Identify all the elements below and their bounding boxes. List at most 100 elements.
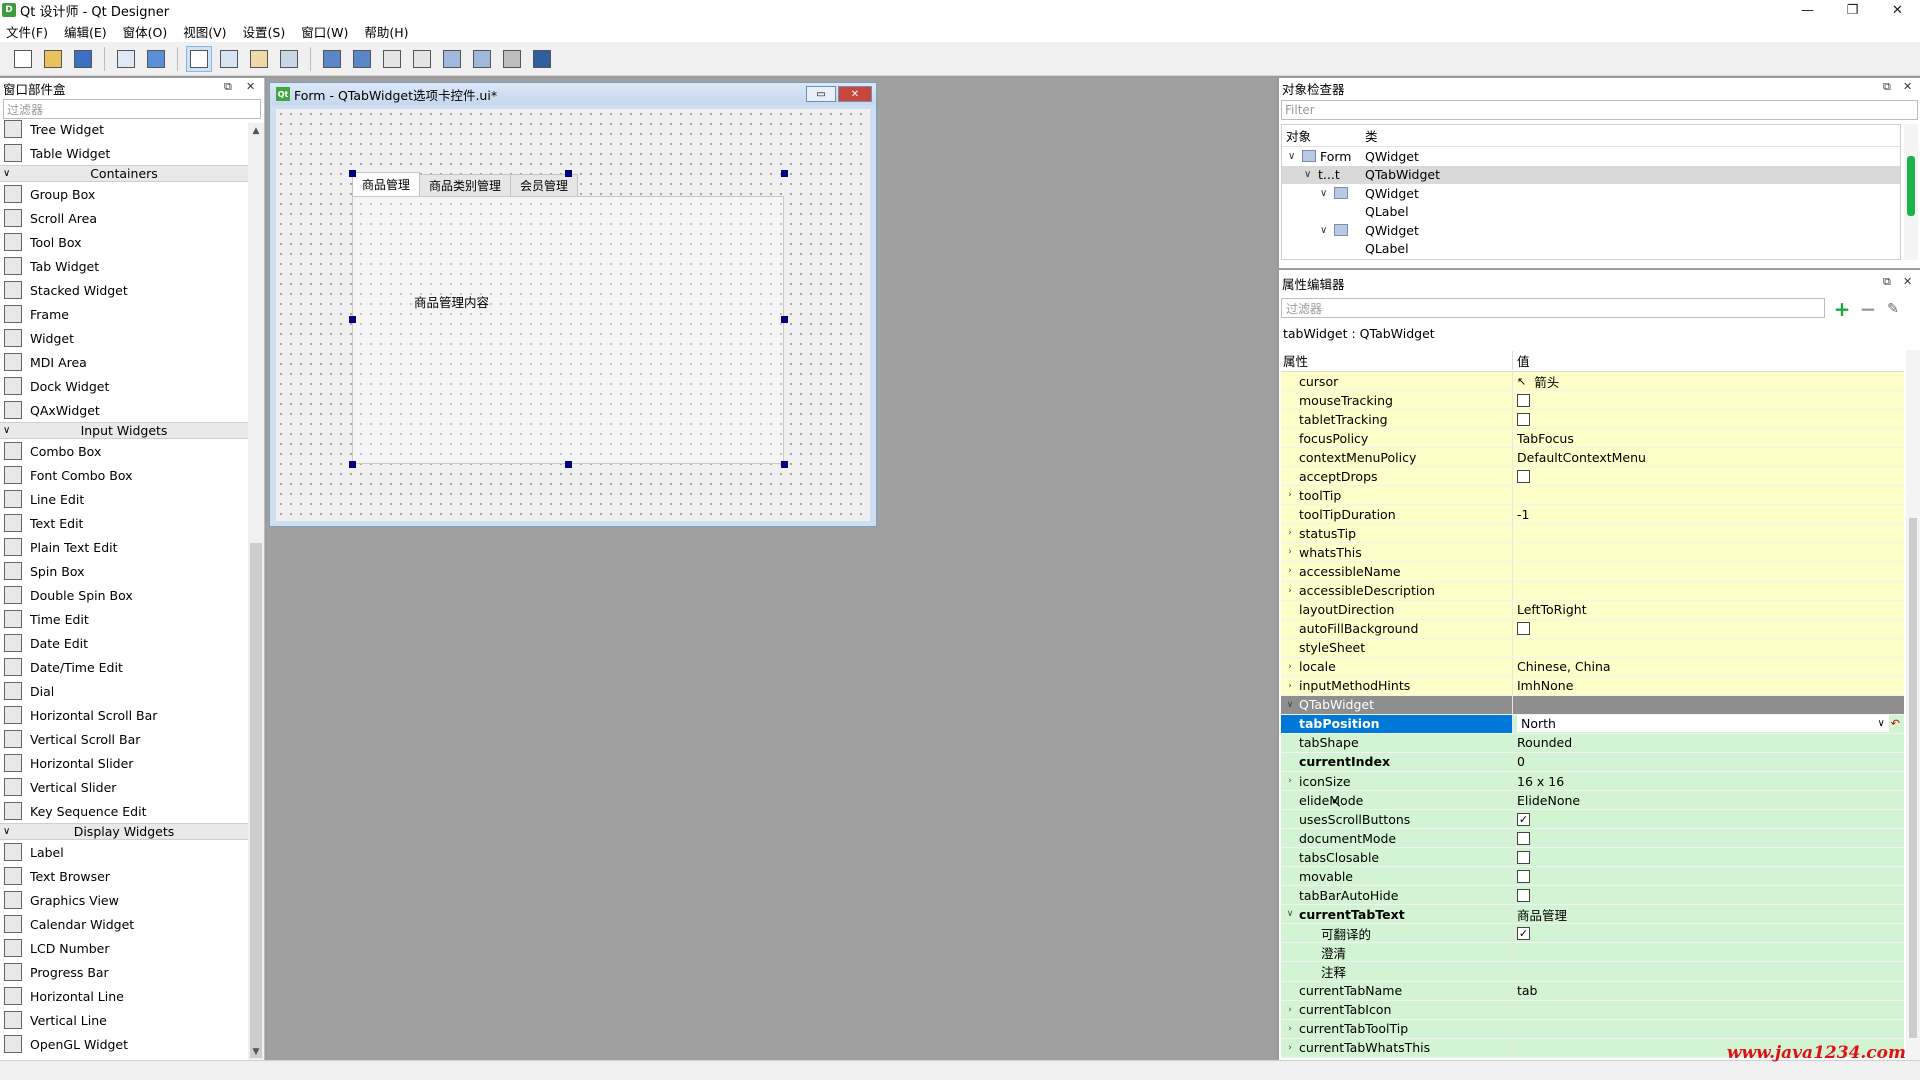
chevron-down-icon[interactable]: ∨ (1281, 700, 1299, 710)
bring-to-front-button[interactable] (143, 46, 169, 72)
adjust-size-button[interactable] (529, 46, 555, 72)
widget-item[interactable]: Scroll Area (0, 206, 248, 230)
property-row[interactable]: toolTipDuration -1 (1281, 505, 1904, 525)
property-value-cell[interactable]: DefaultContextMenu (1513, 448, 1904, 466)
property-row[interactable]: › statusTip (1281, 524, 1904, 544)
property-checkbox[interactable]: ✓ (1517, 926, 1530, 940)
property-row[interactable]: › currentTabToolTip (1281, 1019, 1904, 1039)
chevron-right-icon[interactable]: › (1281, 1043, 1299, 1053)
chevron-right-icon[interactable]: › (1281, 776, 1299, 786)
layout-form-button[interactable] (469, 46, 495, 72)
property-value-cell[interactable]: North ∨ ↶ (1513, 715, 1904, 733)
property-row[interactable]: mouseTracking (1281, 391, 1904, 411)
reset-icon[interactable]: ↶ (1891, 717, 1900, 730)
property-row[interactable]: contextMenuPolicy DefaultContextMenu (1281, 448, 1904, 468)
property-value-cell[interactable] (1513, 582, 1904, 600)
menu-file[interactable]: 文件(F) (6, 22, 48, 41)
chevron-right-icon[interactable]: › (1281, 1024, 1299, 1034)
chevron-right-icon[interactable]: › (1281, 547, 1299, 557)
property-value-cell[interactable]: ImhNone (1513, 677, 1904, 695)
property-value-cell[interactable]: ElideNone (1513, 791, 1904, 809)
property-row[interactable]: elideMode ElideNone (1281, 791, 1904, 811)
close-button[interactable]: ✕ (1875, 0, 1920, 20)
widget-item[interactable]: Time Edit (0, 607, 248, 631)
widget-item[interactable]: Stacked Widget (0, 278, 248, 302)
property-row[interactable]: tabsClosable (1281, 848, 1904, 868)
property-value-cell[interactable] (1513, 391, 1904, 409)
property-row[interactable]: › currentTabIcon (1281, 1000, 1904, 1020)
object-filter-input[interactable]: Filter (1281, 100, 1918, 120)
property-row[interactable]: tabShape Rounded (1281, 733, 1904, 753)
property-value-cell[interactable] (1513, 524, 1904, 542)
close-icon[interactable]: ✕ (1903, 80, 1912, 93)
property-row[interactable]: › whatsThis (1281, 543, 1904, 563)
scroll-up-icon[interactable]: ▲ (248, 123, 264, 139)
property-checkbox[interactable] (1517, 869, 1530, 883)
float-icon[interactable]: ⧉ (1883, 80, 1891, 94)
widget-item[interactable]: Horizontal Line (0, 984, 248, 1008)
resize-handle[interactable] (349, 316, 356, 323)
widget-item[interactable]: Vertical Line (0, 1008, 248, 1032)
scrollbar-thumb[interactable] (250, 543, 262, 1058)
edit-signals-slots-button[interactable] (216, 46, 242, 72)
property-value-cell[interactable] (1513, 562, 1904, 580)
menu-window[interactable]: 窗口(W) (301, 22, 348, 41)
widget-box-filter-input[interactable]: 过滤器 (3, 99, 261, 119)
chevron-down-icon[interactable]: ∨ (1320, 225, 1334, 236)
object-tree-row[interactable]: ∨ Form QWidget (1282, 147, 1900, 166)
scrollbar-thumb[interactable] (1909, 518, 1917, 1038)
resize-handle[interactable] (349, 461, 356, 468)
save-button[interactable] (70, 46, 96, 72)
open-file-button[interactable] (40, 46, 66, 72)
property-row[interactable]: documentMode (1281, 829, 1904, 849)
chevron-right-icon[interactable]: › (1281, 528, 1299, 538)
column-class[interactable]: 类 (1365, 126, 1378, 145)
widget-item[interactable]: Combo Box (0, 439, 248, 463)
new-file-button[interactable] (10, 46, 36, 72)
property-row[interactable]: 可翻译的 ✓ (1281, 924, 1904, 944)
resize-handle[interactable] (565, 461, 572, 468)
chevron-right-icon[interactable]: › (1281, 566, 1299, 576)
minimize-button[interactable]: — (1785, 0, 1830, 20)
property-row[interactable]: 澄清 (1281, 943, 1904, 963)
widget-item[interactable]: Progress Bar (0, 960, 248, 984)
widget-item[interactable]: Key Sequence Edit (0, 799, 248, 823)
chevron-down-icon[interactable]: ∨ (1288, 151, 1302, 162)
widget-item[interactable]: Widget (0, 326, 248, 350)
menu-form[interactable]: 窗体(O) (123, 22, 168, 41)
widget-item[interactable]: Dial (0, 679, 248, 703)
widget-item[interactable]: Group Box (0, 182, 248, 206)
float-icon[interactable]: ⧉ (224, 80, 232, 94)
property-value-cell[interactable]: ✓ (1513, 924, 1904, 942)
chevron-right-icon[interactable]: › (1281, 490, 1299, 500)
object-tree-row[interactable]: ∨ QWidget (1282, 221, 1900, 240)
property-checkbox[interactable] (1517, 393, 1530, 407)
property-value-cell[interactable]: 商品管理 (1513, 905, 1904, 923)
form-minimize-button[interactable]: ▭ (806, 86, 836, 102)
tab-member-management[interactable]: 会员管理 (510, 174, 579, 196)
tab-widget[interactable]: 商品管理 商品类别管理 会员管理 商品管理内容 (349, 170, 788, 468)
form-close-button[interactable]: ✕ (838, 86, 872, 102)
chevron-down-icon[interactable]: ∨ (1281, 909, 1299, 919)
widget-category[interactable]: ∨ Containers (0, 165, 248, 182)
menu-settings[interactable]: 设置(S) (243, 22, 286, 41)
column-value[interactable]: 值 (1513, 351, 1530, 370)
float-icon[interactable]: ⧉ (1883, 275, 1891, 289)
property-row[interactable]: 注释 (1281, 962, 1904, 982)
property-value-cell[interactable]: Rounded (1513, 734, 1904, 752)
form-title-bar[interactable]: Qt Form - QTabWidget选项卡控件.ui* ▭ ✕ (270, 83, 876, 105)
widget-item[interactable]: Font Combo Box (0, 463, 248, 487)
send-to-back-button[interactable] (113, 46, 139, 72)
object-tree-row[interactable]: QLabel (1282, 240, 1900, 259)
layout-horizontal-button[interactable] (319, 46, 345, 72)
property-value-cell[interactable] (1513, 962, 1904, 980)
widget-item[interactable]: Vertical Slider (0, 775, 248, 799)
widget-item[interactable]: Table Widget (0, 141, 248, 165)
property-checkbox[interactable] (1517, 412, 1530, 426)
scroll-down-icon[interactable]: ▼ (248, 1044, 264, 1060)
chevron-down-icon[interactable]: ∨ (1320, 188, 1334, 199)
layout-grid-button[interactable] (439, 46, 465, 72)
form-canvas[interactable]: 商品管理 商品类别管理 会员管理 商品管理内容 (276, 109, 870, 521)
property-checkbox[interactable] (1517, 850, 1530, 864)
property-row[interactable]: ∨ currentTabText 商品管理 (1281, 905, 1904, 925)
